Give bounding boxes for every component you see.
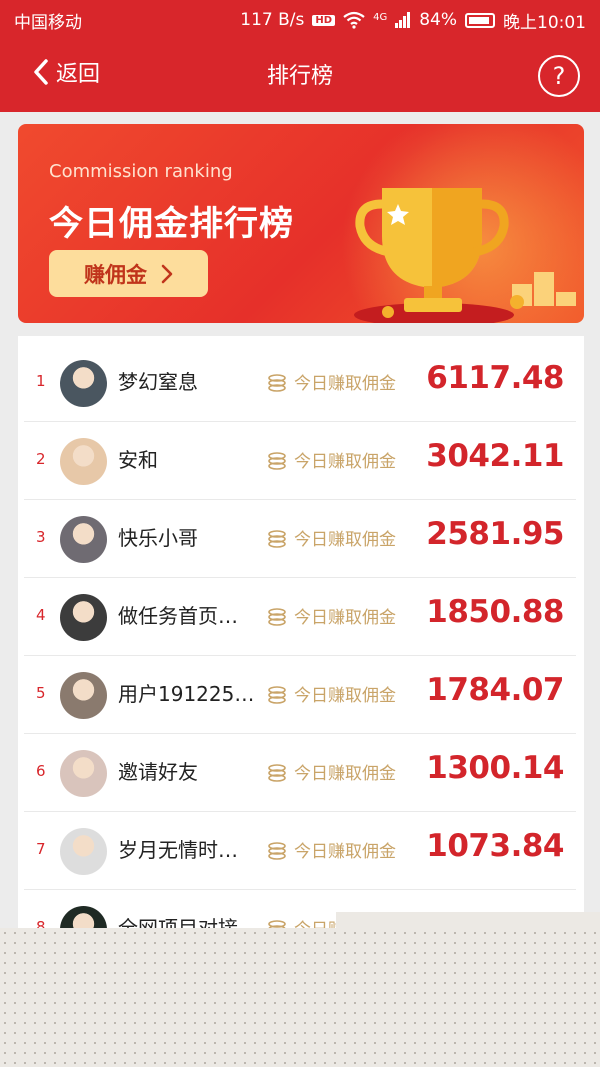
rank-number: 4	[36, 606, 46, 624]
banner-subtitle: Commission ranking	[49, 161, 233, 182]
ranking-row[interactable]: 6 邀请好友 今日赚取佣金 1300.14	[24, 734, 576, 812]
coin-stack-icon	[268, 530, 286, 548]
user-name: 快乐小哥	[118, 526, 198, 550]
user-name: 做任务首页…	[118, 604, 238, 628]
nav-bar: 返回 排行榜 ?	[0, 40, 600, 112]
commission-tag: 今日赚取佣金	[294, 452, 396, 472]
coin-stack-icon	[268, 764, 286, 782]
commission-tag: 今日赚取佣金	[294, 530, 396, 550]
coin-stack-icon	[268, 608, 286, 626]
battery-percent: 84%	[419, 10, 457, 30]
wifi-icon	[343, 11, 365, 29]
commission-tag: 今日赚取佣金	[294, 686, 396, 706]
help-button[interactable]: ?	[538, 55, 580, 97]
ranking-row[interactable]: 1 梦幻窒息 今日赚取佣金 6117.48	[24, 344, 576, 422]
avatar	[60, 438, 107, 485]
status-indicators: 117 B/s HD 4G 84% 晚上10:01	[240, 8, 586, 33]
question-icon: ?	[552, 62, 566, 90]
coin-stack-icon	[268, 842, 286, 860]
hd-badge: HD	[312, 14, 336, 26]
coin-stack-icon	[268, 686, 286, 704]
coin-stack-icon	[268, 452, 286, 470]
ranking-list: 1 梦幻窒息 今日赚取佣金 6117.48 2 安和 今日赚取佣金 3042.11 3 快乐小哥今…	[18, 336, 584, 936]
page-title: 排行榜	[266, 64, 333, 89]
commission-amount: 2581.95	[426, 516, 564, 552]
commission-amount: 3042.11	[426, 438, 564, 474]
network-type: 4G	[373, 11, 388, 23]
avatar	[60, 360, 107, 407]
rank-number: 5	[36, 684, 46, 702]
commission-tag: 今日赚取佣金	[294, 374, 396, 394]
rank-number: 3	[36, 528, 46, 546]
avatar	[60, 672, 107, 719]
commission-amount: 6117.48	[426, 360, 564, 396]
banner-title: 今日佣金排行榜	[49, 204, 294, 244]
battery-icon	[465, 12, 495, 28]
ranking-row[interactable]: 3 快乐小哥 今日赚取佣金 2581.95	[24, 500, 576, 578]
ranking-row[interactable]: 5 用户191225… 今日赚取佣金 1784.07	[24, 656, 576, 734]
earn-commission-button[interactable]: 赚佣金	[49, 250, 208, 297]
avatar	[60, 750, 107, 797]
rank-number: 1	[36, 372, 46, 390]
signal-icon	[395, 12, 411, 28]
user-name: 用户191225…	[118, 682, 255, 706]
bottom-texture	[0, 928, 600, 1067]
earn-commission-label: 赚佣金	[84, 262, 147, 287]
carrier-label: 中国移动	[14, 12, 82, 33]
commission-amount: 1300.14	[426, 750, 564, 786]
user-name: 邀请好友	[118, 760, 198, 784]
rank-number: 6	[36, 762, 46, 780]
avatar	[60, 828, 107, 875]
rank-number: 7	[36, 840, 46, 858]
chevron-right-icon	[161, 264, 173, 283]
commission-amount: 1850.88	[426, 594, 564, 630]
ranking-row[interactable]: 7 岁月无情时… 今日赚取佣金 1073.84	[24, 812, 576, 890]
coin-stack-icon	[268, 374, 286, 392]
user-name: 梦幻窒息	[118, 370, 198, 394]
ranking-row[interactable]: 4 做任务首页… 今日赚取佣金 1850.88	[24, 578, 576, 656]
commission-tag: 今日赚取佣金	[294, 842, 396, 862]
avatar	[60, 594, 107, 641]
ranking-row[interactable]: 2 安和 今日赚取佣金 3042.11	[24, 422, 576, 500]
user-name: 岁月无情时…	[118, 838, 238, 862]
status-bar: 中国移动 117 B/s HD 4G 84% 晚上10:01	[0, 0, 600, 40]
commission-tag: 今日赚取佣金	[294, 764, 396, 784]
network-speed: 117 B/s	[240, 10, 305, 30]
clock: 晚上10:01	[503, 12, 586, 33]
avatar	[60, 516, 107, 563]
commission-amount: 1073.84	[426, 828, 564, 864]
trophy-icon	[354, 188, 576, 323]
commission-tag: 今日赚取佣金	[294, 608, 396, 628]
rank-number: 2	[36, 450, 46, 468]
commission-amount: 1784.07	[426, 672, 564, 708]
commission-banner: Commission ranking 今日佣金排行榜 赚佣金	[18, 124, 584, 323]
user-name: 安和	[118, 448, 158, 472]
